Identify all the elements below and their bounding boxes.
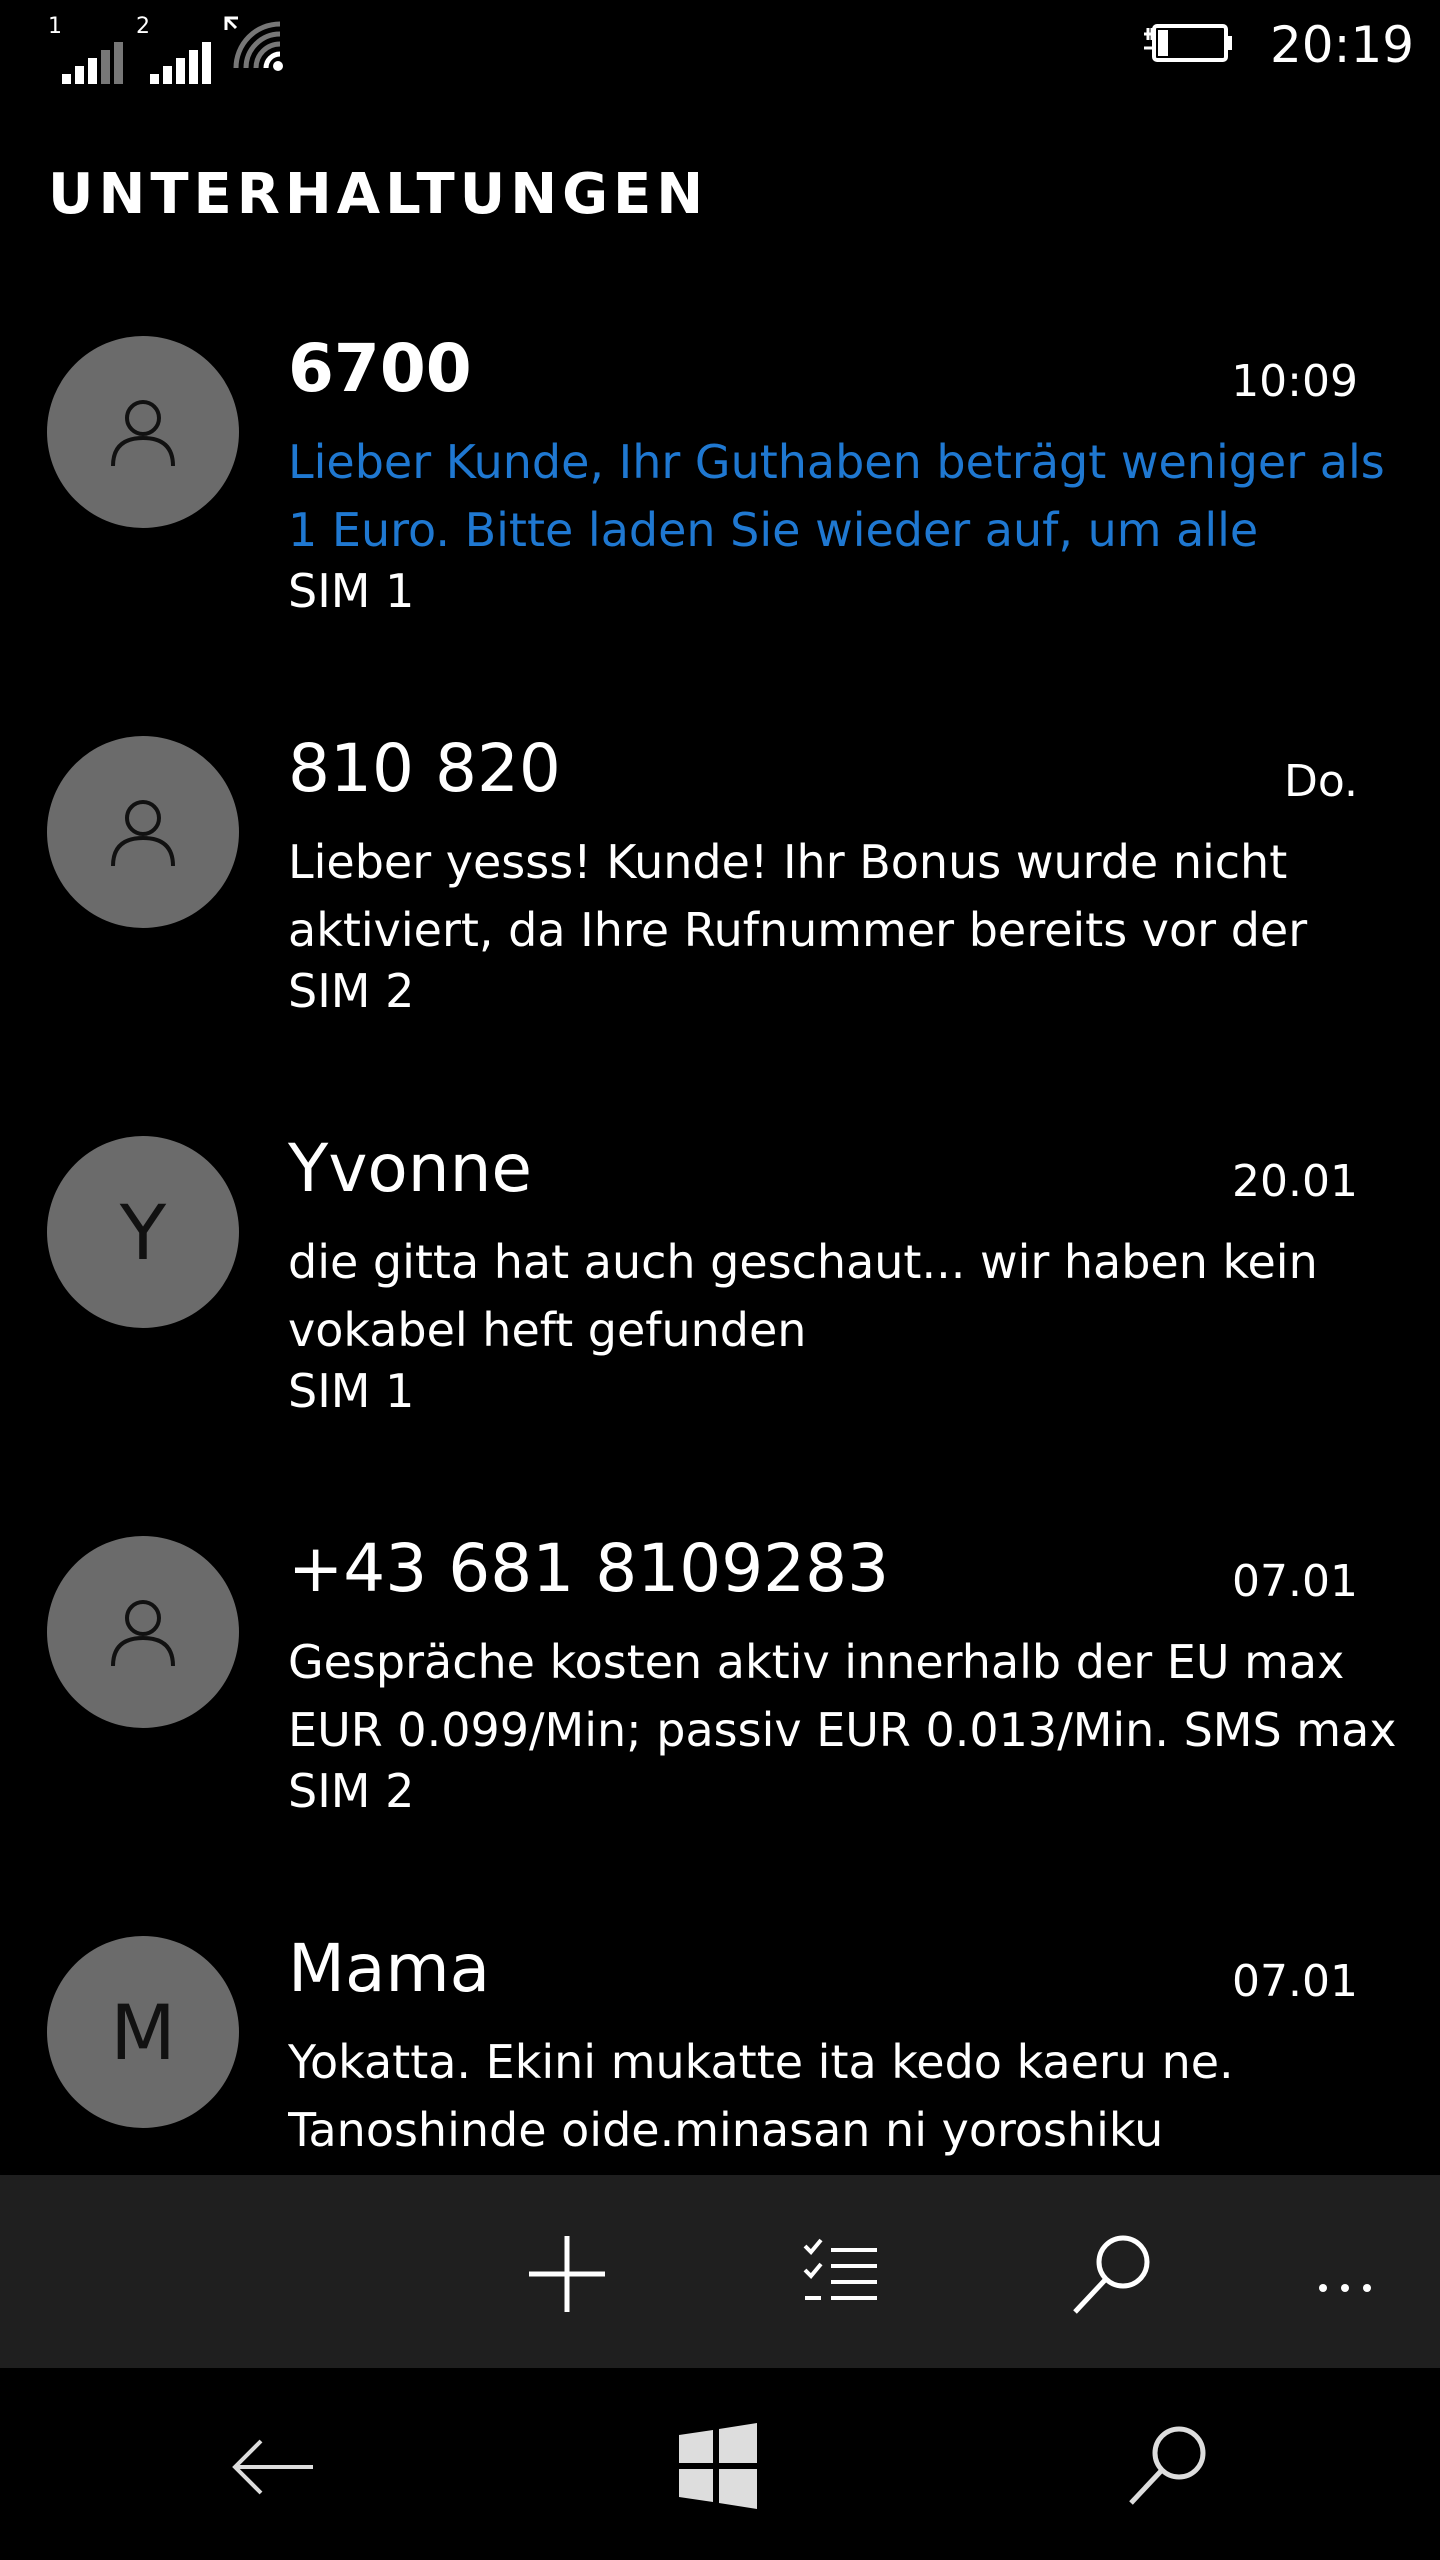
status-bar: 1 2 20:19 — [0, 0, 1440, 96]
message-preview: Lieber Kunde, Ihr Guthaben beträgt wenig… — [288, 428, 1398, 564]
app-bar — [0, 2175, 1440, 2368]
message-preview-line: aktiviert, da Ihre Rufnummer bereits vor… — [288, 903, 1308, 957]
conversation-item[interactable]: Y Yvonne 20.01 die gitta hat auch gescha… — [0, 1120, 1440, 1520]
select-button[interactable] — [784, 2219, 894, 2329]
sim-label: SIM 1 — [288, 1364, 415, 1418]
person-icon — [111, 400, 175, 467]
message-preview-line: Lieber yesss! Kunde! Ihr Bonus wurde nic… — [288, 835, 1288, 889]
sim-label: SIM 2 — [288, 964, 415, 1018]
back-icon — [232, 2439, 313, 2495]
message-time: Do. — [1283, 756, 1358, 807]
message-preview-line: die gitta hat auch geschaut... wir haben… — [288, 1235, 1318, 1289]
start-button[interactable] — [662, 2410, 772, 2520]
search-icon — [1073, 2235, 1150, 2314]
avatar-initial: Y — [119, 1187, 167, 1277]
sim-label: SIM 1 — [288, 564, 415, 618]
back-button[interactable] — [218, 2410, 328, 2520]
sim-label: SIM 2 — [288, 1764, 415, 1818]
message-preview: Gespräche kosten aktiv innerhalb der EU … — [288, 1628, 1398, 1764]
contact-name: 6700 — [288, 330, 472, 407]
new-message-button[interactable] — [512, 2219, 622, 2329]
person-icon — [111, 1600, 175, 1667]
message-preview-line: Tanoshinde oide.minasan ni yoroshiku — [288, 2103, 1164, 2157]
message-preview-line: vokabel heft gefunden — [288, 1303, 807, 1357]
message-preview-line: Yokatta. Ekini mukatte ita kedo kaeru ne… — [288, 2035, 1234, 2089]
contact-name: Yvonne — [288, 1130, 533, 1207]
person-icon — [111, 800, 175, 867]
message-preview: Lieber yesss! Kunde! Ihr Bonus wurde nic… — [288, 828, 1398, 964]
message-time: 10:09 — [1231, 356, 1358, 407]
avatar: M — [47, 1936, 239, 2128]
avatar: Y — [47, 1136, 239, 1328]
search-button[interactable] — [1058, 2219, 1168, 2329]
search-icon — [1129, 2426, 1206, 2505]
more-button[interactable] — [1290, 2219, 1400, 2329]
contact-name: +43 681 8109283 — [288, 1530, 890, 1607]
message-time: 07.01 — [1232, 1956, 1358, 2007]
message-preview: die gitta hat auch geschaut... wir haben… — [288, 1228, 1398, 1364]
avatar-initial: M — [110, 1987, 176, 2077]
conversation-item[interactable]: M Mama 07.01 Yokatta. Ekini mukatte ita … — [0, 1920, 1440, 2175]
message-time: 20.01 — [1232, 1156, 1358, 1207]
wifi-icon — [224, 16, 283, 71]
battery-charging-icon — [1144, 24, 1232, 62]
message-preview-line: Lieber Kunde, Ihr Guthaben beträgt wenig… — [288, 435, 1385, 489]
message-preview-line: 1 Euro. Bitte laden Sie wieder auf, um a… — [288, 503, 1259, 557]
avatar — [47, 736, 239, 928]
sim2-signal-label: 2 — [136, 14, 150, 39]
message-time: 07.01 — [1232, 1556, 1358, 1607]
contact-name: Mama — [288, 1930, 491, 2007]
contact-name: 810 820 — [288, 730, 561, 807]
conversation-item[interactable]: +43 681 8109283 07.01 Gespräche kosten a… — [0, 1520, 1440, 1920]
system-search-button[interactable] — [1114, 2410, 1224, 2520]
page-title: UNTERHALTUNGEN — [48, 162, 709, 227]
more-icon — [1319, 2284, 1371, 2292]
navigation-bar — [0, 2368, 1440, 2560]
conversation-item[interactable]: 6700 10:09 Lieber Kunde, Ihr Guthaben be… — [0, 320, 1440, 720]
message-preview: Yokatta. Ekini mukatte ita kedo kaeru ne… — [288, 2028, 1398, 2164]
sim1-signal-label: 1 — [48, 14, 62, 39]
conversation-list: 6700 10:09 Lieber Kunde, Ihr Guthaben be… — [0, 320, 1440, 2175]
add-icon — [529, 2236, 605, 2312]
message-preview-line: Gespräche kosten aktiv innerhalb der EU … — [288, 1635, 1345, 1689]
message-preview-line: EUR 0.099/Min; passiv EUR 0.013/Min. SMS… — [288, 1703, 1397, 1757]
avatar — [47, 336, 239, 528]
status-time: 20:19 — [1270, 16, 1415, 74]
windows-icon — [679, 2423, 757, 2509]
select-icon — [803, 2238, 877, 2300]
conversation-item[interactable]: 810 820 Do. Lieber yesss! Kunde! Ihr Bon… — [0, 720, 1440, 1120]
avatar — [47, 1536, 239, 1728]
